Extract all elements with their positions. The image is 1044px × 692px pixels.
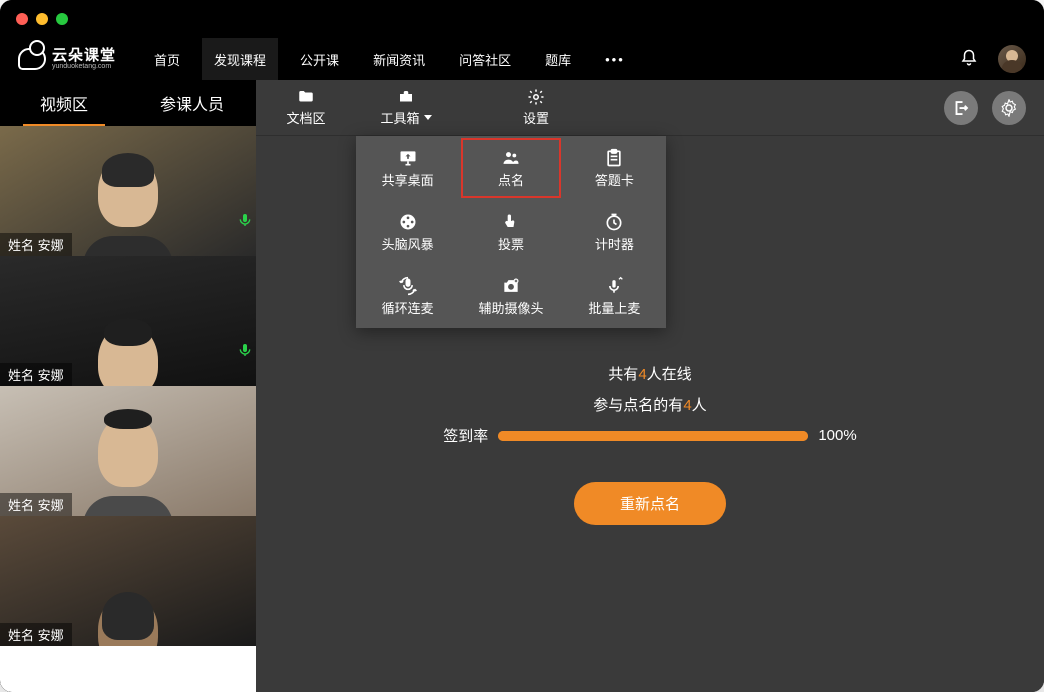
window-close-dot[interactable] — [16, 13, 28, 25]
video-list: 姓名 安娜 姓名 安娜 姓名 安娜 姓名 安娜 — [0, 126, 256, 692]
monitor-share-icon — [397, 148, 419, 168]
video-tile-name: 姓名 安娜 — [0, 493, 72, 516]
toolbox-aux-camera[interactable]: 辅助摄像头 — [459, 264, 562, 328]
toolbox-loop-mic[interactable]: 循环连麦 — [356, 264, 459, 328]
tool-label: 文档区 — [286, 108, 325, 127]
briefcase-icon — [396, 88, 416, 106]
online-count-text: 共有4人在线 — [608, 363, 691, 384]
window-zoom-dot[interactable] — [56, 13, 68, 25]
caret-down-icon — [424, 115, 432, 120]
content-pane: 文档区 工具箱 设置 — [256, 80, 1044, 692]
gear-icon — [526, 88, 546, 106]
settings-button[interactable] — [992, 91, 1026, 125]
nav-news[interactable]: 新闻资讯 — [361, 38, 437, 80]
tool-settings[interactable]: 设置 — [486, 80, 586, 135]
nav-home[interactable]: 首页 — [142, 38, 192, 80]
tab-video-area[interactable]: 视频区 — [0, 80, 128, 126]
nav-discover-courses[interactable]: 发现课程 — [202, 38, 278, 80]
main-area: 视频区 参课人员 姓名 安娜 姓名 安娜 姓名 安娜 — [0, 80, 1044, 692]
video-tile-name: 姓名 安娜 — [0, 623, 72, 646]
tool-label: 工具箱 — [380, 108, 419, 127]
video-tile[interactable]: 姓名 安娜 — [0, 126, 256, 256]
window-titlebar — [0, 0, 1044, 38]
toolbox-batch-mic[interactable]: 批量上麦 — [563, 264, 666, 328]
toolbox-timer[interactable]: 计时器 — [563, 200, 666, 264]
re-rollcall-button[interactable]: 重新点名 — [574, 482, 726, 525]
nav-question-bank[interactable]: 题库 — [533, 38, 583, 80]
exit-icon — [952, 99, 970, 117]
video-tile-name: 姓名 安娜 — [0, 363, 72, 386]
nav-open-class[interactable]: 公开课 — [288, 38, 351, 80]
app-window: 云朵课堂 yunduoketang.com 首页 发现课程 公开课 新闻资讯 问… — [0, 0, 1044, 692]
mic-on-icon — [237, 342, 253, 358]
window-minimize-dot[interactable] — [36, 13, 48, 25]
logo-text: 云朵课堂 — [52, 48, 116, 63]
people-icon — [500, 148, 522, 168]
nav-more[interactable]: ••• — [593, 38, 637, 80]
logo-subtext: yunduoketang.com — [52, 63, 116, 70]
toolbox-answer-card[interactable]: 答题卡 — [563, 136, 666, 200]
top-nav: 云朵课堂 yunduoketang.com 首页 发现课程 公开课 新闻资讯 问… — [0, 38, 1044, 80]
toolbox-brainstorm[interactable]: 头脑风暴 — [356, 200, 459, 264]
clipboard-icon — [603, 148, 625, 168]
cloud-icon — [18, 48, 46, 70]
video-tile-name: 姓名 安娜 — [0, 233, 72, 256]
camera-plus-icon — [500, 276, 522, 296]
logo[interactable]: 云朵课堂 yunduoketang.com — [18, 48, 116, 70]
toolbox-dropdown: 共享桌面 点名 答题卡 头脑风暴 投票 — [356, 136, 666, 328]
progress-bar — [498, 431, 808, 441]
signin-rate-value: 100% — [818, 427, 856, 444]
sidebar-tabs: 视频区 参课人员 — [0, 80, 256, 126]
video-tile[interactable]: 姓名 安娜 — [0, 386, 256, 516]
film-reel-icon — [397, 212, 419, 232]
participated-count-text: 参与点名的有4人 — [593, 394, 706, 415]
mic-up-icon — [603, 276, 625, 296]
tool-label: 设置 — [523, 108, 549, 127]
mic-on-icon — [237, 212, 253, 228]
toolbox-vote[interactable]: 投票 — [459, 200, 562, 264]
user-avatar[interactable] — [998, 45, 1026, 73]
exit-button[interactable] — [944, 91, 978, 125]
clock-icon — [603, 212, 625, 232]
tool-toolbox[interactable]: 工具箱 — [356, 80, 456, 135]
gear-icon — [1000, 99, 1018, 117]
nav-qa-community[interactable]: 问答社区 — [447, 38, 523, 80]
video-tile[interactable]: 姓名 安娜 — [0, 516, 256, 646]
loop-mic-icon — [397, 276, 419, 296]
video-tile-empty — [0, 646, 256, 692]
tool-docs[interactable]: 文档区 — [256, 80, 356, 135]
video-tile[interactable]: 姓名 安娜 — [0, 256, 256, 386]
sidebar: 视频区 参课人员 姓名 安娜 姓名 安娜 姓名 安娜 — [0, 80, 256, 692]
folder-icon — [296, 88, 316, 106]
toolbox-roll-call[interactable]: 点名 — [459, 136, 562, 200]
vote-hand-icon — [500, 212, 522, 232]
content-toolbar: 文档区 工具箱 设置 — [256, 80, 1044, 136]
tab-attendees[interactable]: 参课人员 — [128, 80, 256, 126]
notifications-icon[interactable] — [960, 49, 978, 70]
signin-rate-label: 签到率 — [443, 425, 488, 446]
toolbox-share-desktop[interactable]: 共享桌面 — [356, 136, 459, 200]
signin-rate-row: 签到率 100% — [443, 425, 856, 446]
